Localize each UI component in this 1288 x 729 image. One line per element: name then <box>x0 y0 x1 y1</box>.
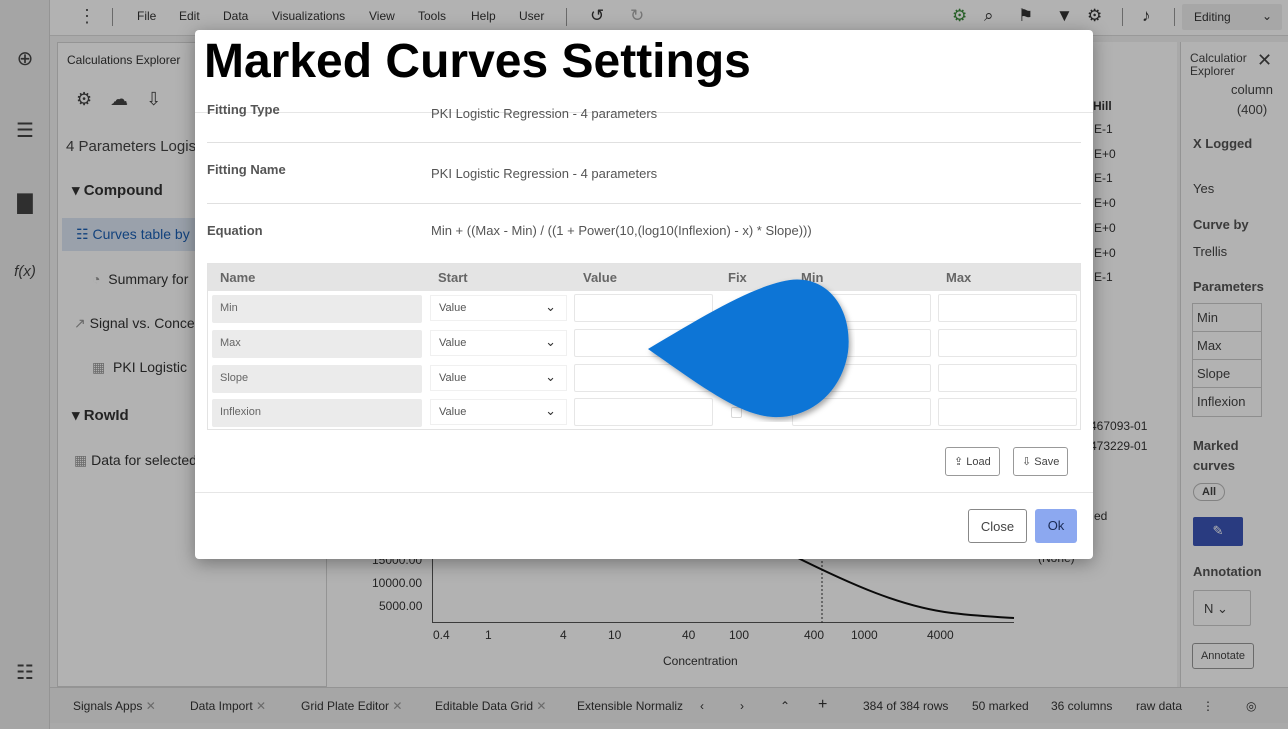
param-name-slope: Slope <box>212 365 422 393</box>
load-button[interactable]: ⇪ Load <box>945 447 1000 476</box>
start-select-min[interactable]: Value ⌄ <box>430 295 567 321</box>
start-select-value: Value <box>439 372 467 384</box>
marked-curves-settings-dialog: Marked Curves Settings Fitting Type PKI … <box>195 30 1093 559</box>
fitting-name-label: Fitting Name <box>207 162 286 177</box>
divider <box>207 203 1081 204</box>
save-icon: ⇩ <box>1022 456 1032 468</box>
header-max: Max <box>946 270 972 285</box>
start-select-slope[interactable]: Value ⌄ <box>430 365 567 391</box>
header-start: Start <box>438 270 468 285</box>
equation-label: Equation <box>207 223 263 238</box>
start-select-value: Value <box>439 337 467 349</box>
start-select-max[interactable]: Value ⌄ <box>430 330 567 356</box>
max-input-min[interactable] <box>938 294 1077 322</box>
chevron-down-icon: ⌄ <box>545 369 556 384</box>
equation-value: Min + ((Max - Min) / ((1 + Power(10,(log… <box>431 223 812 238</box>
table-header: Name Start Value Fix Min Max <box>208 264 1080 291</box>
divider <box>195 492 1093 493</box>
start-select-inflexion[interactable]: Value ⌄ <box>430 399 567 425</box>
fitting-type-label: Fitting Type <box>207 102 280 117</box>
load-button-label: Load <box>966 456 991 468</box>
fitting-type-value: PKI Logistic Regression - 4 parameters <box>431 106 658 121</box>
close-button[interactable]: Close <box>968 509 1027 543</box>
upload-icon: ⇪ <box>954 456 964 468</box>
chevron-down-icon: ⌄ <box>545 403 556 418</box>
start-select-value: Value <box>439 302 467 314</box>
param-name-inflexion: Inflexion <box>212 399 422 427</box>
chevron-down-icon: ⌄ <box>545 299 556 314</box>
chevron-down-icon: ⌄ <box>545 334 556 349</box>
param-name-max: Max <box>212 330 422 358</box>
header-name: Name <box>220 270 256 285</box>
max-input-max[interactable] <box>938 329 1077 357</box>
save-button[interactable]: ⇩ Save <box>1013 447 1069 476</box>
ok-button[interactable]: Ok <box>1035 509 1077 543</box>
save-button-label: Save <box>1034 456 1060 468</box>
divider <box>207 142 1081 143</box>
dialog-title: Marked Curves Settings <box>200 36 755 88</box>
max-input-inflexion[interactable] <box>938 398 1077 426</box>
parameters-table: Name Start Value Fix Min Max Min Value ⌄ … <box>207 263 1081 430</box>
start-select-value: Value <box>439 406 467 418</box>
cursor-pointer-icon <box>648 279 849 418</box>
cursor-blob-shape <box>648 279 849 418</box>
header-value: Value <box>583 270 617 285</box>
param-name-min: Min <box>212 295 422 323</box>
max-input-slope[interactable] <box>938 364 1077 392</box>
fitting-name-value: PKI Logistic Regression - 4 parameters <box>431 166 658 181</box>
